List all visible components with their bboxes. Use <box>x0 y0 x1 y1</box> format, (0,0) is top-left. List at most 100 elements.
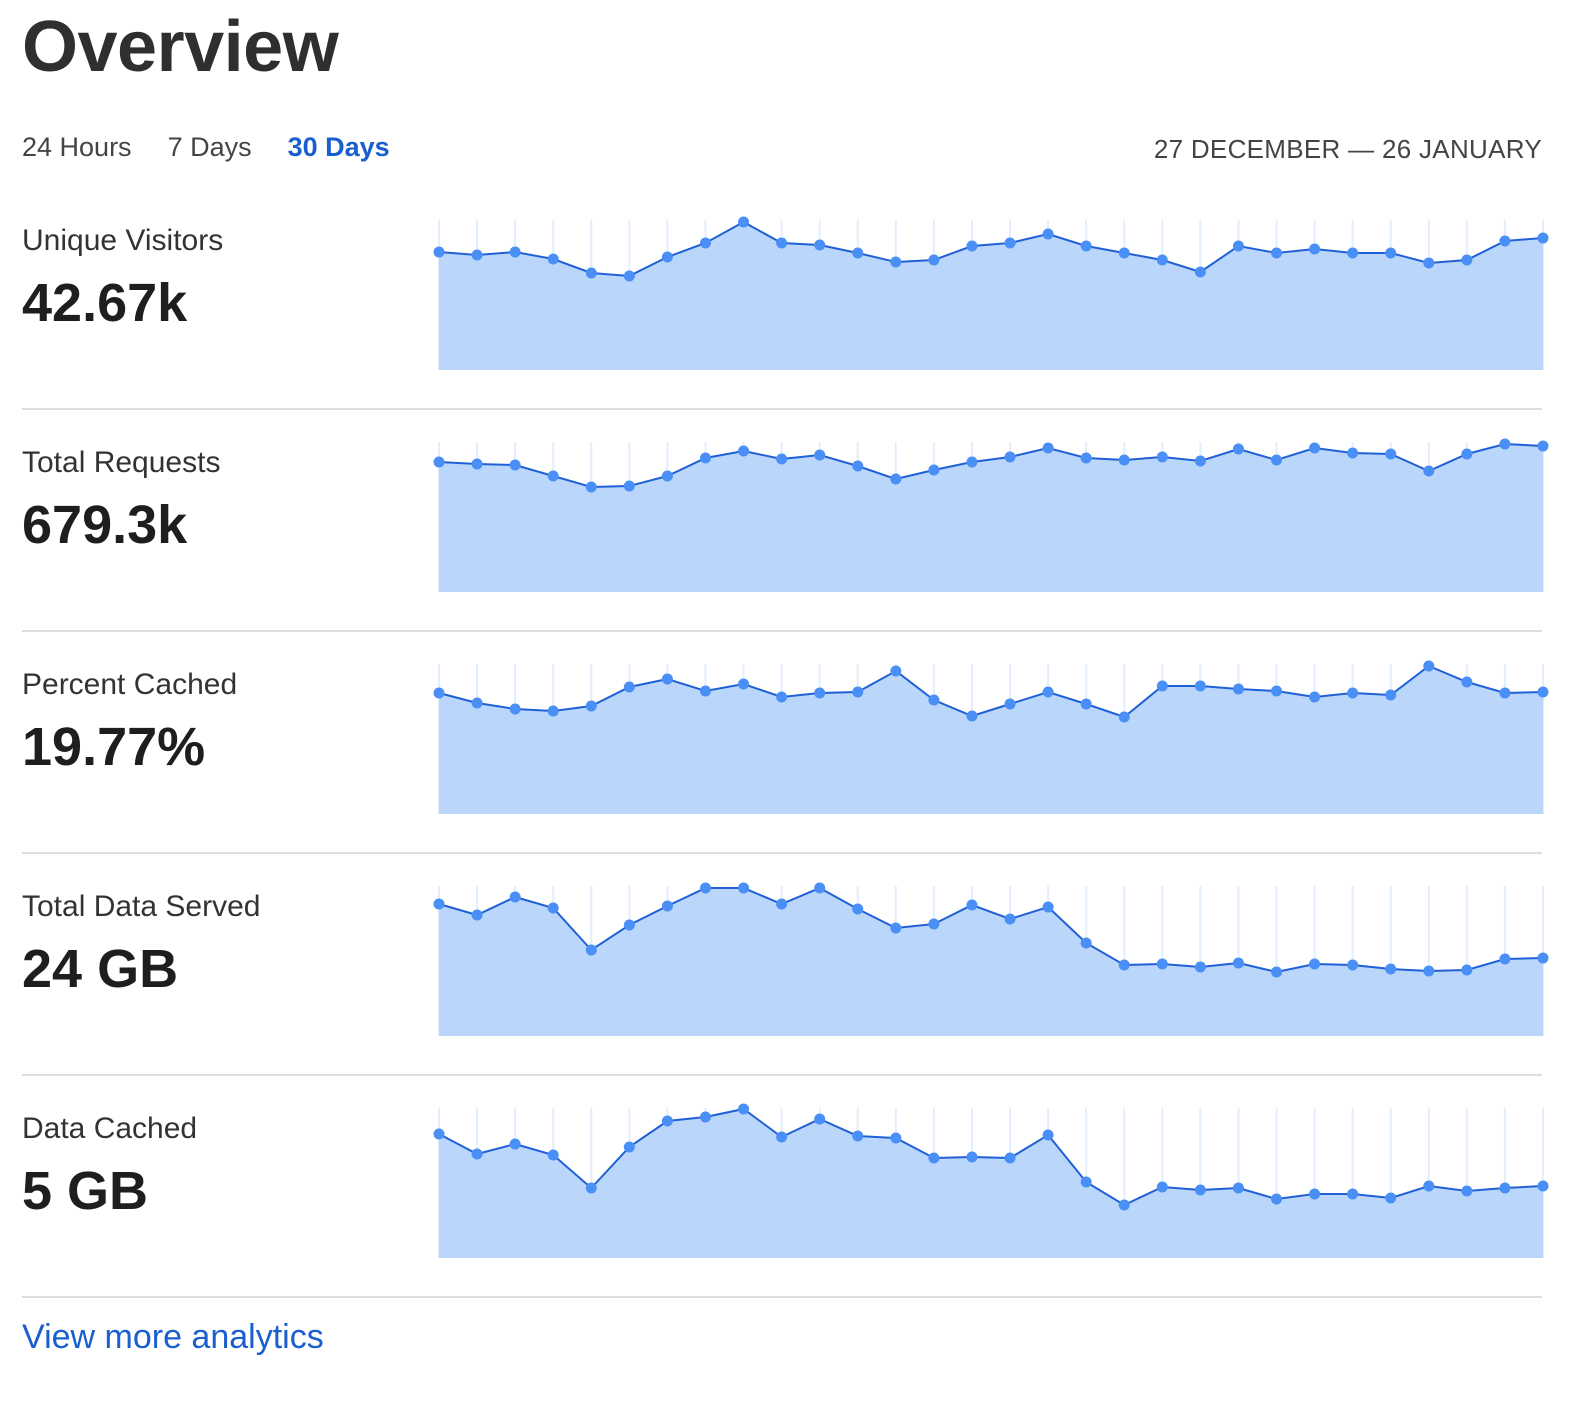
data-point <box>1271 1193 1283 1205</box>
data-point <box>1004 698 1016 710</box>
data-point <box>585 944 597 956</box>
area-fill <box>439 444 1543 592</box>
area-fill <box>439 888 1543 1036</box>
data-point <box>1385 247 1397 259</box>
data-point <box>1004 1152 1016 1164</box>
data-point <box>1232 957 1244 969</box>
data-point <box>966 240 978 252</box>
data-point <box>1347 247 1359 259</box>
data-point <box>661 673 673 685</box>
sparkline-total-data-served <box>433 882 1549 1036</box>
data-point <box>1499 953 1511 965</box>
data-point <box>1042 686 1054 698</box>
data-point <box>1347 447 1359 459</box>
data-point <box>1423 465 1435 477</box>
sparkline-unique-visitors <box>433 216 1549 370</box>
data-point <box>966 899 978 911</box>
data-point <box>661 251 673 263</box>
data-point <box>699 882 711 894</box>
metric-value: 24 GB <box>22 939 179 999</box>
data-point <box>1156 958 1168 970</box>
metric-value: 42.67k <box>22 273 188 333</box>
data-point <box>776 453 788 465</box>
data-point <box>890 665 902 677</box>
sparkline-data-cached <box>433 1103 1549 1258</box>
data-point <box>1194 680 1206 692</box>
data-point <box>623 270 635 282</box>
data-point <box>623 919 635 931</box>
data-point <box>814 687 826 699</box>
data-point <box>852 903 864 915</box>
data-point <box>738 678 750 690</box>
date-range: 27 DECEMBER — 26 JANUARY <box>1153 134 1542 164</box>
view-more-analytics-link[interactable]: View more analytics <box>22 1318 324 1357</box>
data-point <box>1232 443 1244 455</box>
data-point <box>1423 660 1435 672</box>
data-point <box>1537 686 1549 698</box>
metric-value: 679.3k <box>22 495 188 555</box>
sparkline-percent-cached <box>433 660 1549 814</box>
data-point <box>738 216 750 228</box>
tab-30-days[interactable]: 30 Days <box>288 132 390 163</box>
data-point <box>1080 937 1092 949</box>
data-point <box>738 882 750 894</box>
data-point <box>585 267 597 279</box>
data-point <box>814 882 826 894</box>
area-fill <box>439 666 1543 814</box>
data-point <box>585 700 597 712</box>
data-point <box>509 703 521 715</box>
data-point <box>1385 689 1397 701</box>
data-point <box>966 710 978 722</box>
data-point <box>1004 913 1016 925</box>
data-point <box>1461 448 1473 460</box>
data-point <box>776 691 788 703</box>
metric-total-data-served: Total Data Served 24 GB <box>22 854 1549 1076</box>
data-point <box>1118 247 1130 259</box>
data-point <box>623 681 635 693</box>
data-point <box>1080 698 1092 710</box>
data-point <box>1461 254 1473 266</box>
metric-value: 5 GB <box>22 1161 149 1221</box>
data-point <box>1194 961 1206 973</box>
data-point <box>890 256 902 268</box>
data-point <box>661 470 673 482</box>
metric-label: Data Cached <box>22 1112 198 1145</box>
data-point <box>1156 254 1168 266</box>
data-point <box>1537 232 1549 244</box>
data-point <box>1194 455 1206 467</box>
data-point <box>738 1103 750 1115</box>
data-point <box>471 909 483 921</box>
data-point <box>1461 676 1473 688</box>
data-point <box>928 694 940 706</box>
data-point <box>966 456 978 468</box>
data-point <box>1461 964 1473 976</box>
data-point <box>1080 1176 1092 1188</box>
data-point <box>814 449 826 461</box>
data-point <box>1499 235 1511 247</box>
data-point <box>1156 1181 1168 1193</box>
tab-24-hours[interactable]: 24 Hours <box>22 132 132 163</box>
data-point <box>738 445 750 457</box>
data-point <box>890 473 902 485</box>
data-point <box>471 458 483 470</box>
metric-data-cached: Data Cached 5 GB <box>22 1076 1549 1298</box>
data-point <box>1156 680 1168 692</box>
data-point <box>852 1130 864 1142</box>
data-point <box>509 891 521 903</box>
metric-value: 19.77% <box>22 717 206 777</box>
data-point <box>585 481 597 493</box>
tab-7-days[interactable]: 7 Days <box>168 132 252 163</box>
data-point <box>471 249 483 261</box>
data-point <box>928 464 940 476</box>
data-point <box>776 898 788 910</box>
data-point <box>1118 1199 1130 1211</box>
data-point <box>852 460 864 472</box>
data-point <box>1080 240 1092 252</box>
divider <box>22 1296 1542 1298</box>
data-point <box>1385 963 1397 975</box>
data-point <box>814 239 826 251</box>
data-point <box>1118 454 1130 466</box>
data-point <box>1271 685 1283 697</box>
data-point <box>1309 1188 1321 1200</box>
metric-unique-visitors: Unique Visitors 42.67k <box>22 188 1549 410</box>
